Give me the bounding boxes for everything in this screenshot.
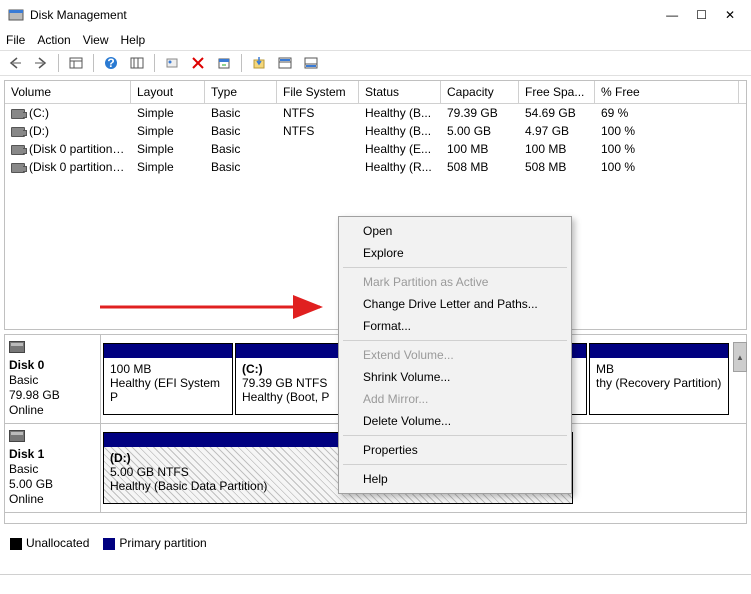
status-bar: [0, 574, 751, 594]
drive-icon: [11, 145, 25, 155]
back-button[interactable]: [4, 52, 26, 74]
close-button[interactable]: ✕: [725, 8, 735, 22]
drive-icon: [11, 109, 25, 119]
show-hide-button[interactable]: [65, 52, 87, 74]
window-title: Disk Management: [30, 8, 666, 22]
list-bottom-icon[interactable]: [300, 52, 322, 74]
action-icon[interactable]: [248, 52, 270, 74]
col-freespace[interactable]: Free Spa...: [519, 81, 595, 103]
toolbar: ?: [0, 50, 751, 76]
col-layout[interactable]: Layout: [131, 81, 205, 103]
table-row[interactable]: (D:)SimpleBasicNTFSHealthy (B...5.00 GB4…: [5, 122, 746, 140]
col-pctfree[interactable]: % Free: [595, 81, 739, 103]
ctx-format[interactable]: Format...: [341, 315, 569, 337]
table-row[interactable]: (Disk 0 partition 1)SimpleBasicHealthy (…: [5, 140, 746, 158]
ctx-delete-volume[interactable]: Delete Volume...: [341, 410, 569, 432]
ctx-extend-volume: Extend Volume...: [341, 344, 569, 366]
col-type[interactable]: Type: [205, 81, 277, 103]
partition[interactable]: MBthy (Recovery Partition): [589, 343, 729, 415]
ctx-properties[interactable]: Properties: [341, 439, 569, 461]
ctx-change-drive-letter[interactable]: Change Drive Letter and Paths...: [341, 293, 569, 315]
col-status[interactable]: Status: [359, 81, 441, 103]
table-row[interactable]: (Disk 0 partition 4)SimpleBasicHealthy (…: [5, 158, 746, 176]
delete-icon[interactable]: [187, 52, 209, 74]
menu-file[interactable]: File: [6, 33, 25, 47]
drive-icon: [11, 127, 25, 137]
ctx-add-mirror: Add Mirror...: [341, 388, 569, 410]
disk-label[interactable]: Disk 0Basic79.98 GBOnline: [5, 335, 101, 423]
col-capacity[interactable]: Capacity: [441, 81, 519, 103]
scrollbar-up-icon[interactable]: ▲: [733, 342, 747, 372]
disk-icon: [9, 430, 25, 442]
minimize-button[interactable]: —: [666, 8, 678, 22]
maximize-button[interactable]: ☐: [696, 8, 707, 22]
properties-icon[interactable]: [213, 52, 235, 74]
disk-icon: [9, 341, 25, 353]
menu-view[interactable]: View: [83, 33, 109, 47]
context-menu: Open Explore Mark Partition as Active Ch…: [338, 216, 572, 494]
app-icon: [8, 7, 24, 23]
settings-icon[interactable]: [126, 52, 148, 74]
ctx-open[interactable]: Open: [341, 220, 569, 242]
ctx-explore[interactable]: Explore: [341, 242, 569, 264]
svg-text:?: ?: [107, 56, 114, 70]
col-filesystem[interactable]: File System: [277, 81, 359, 103]
legend: Unallocated Primary partition: [0, 528, 751, 558]
legend-unallocated-swatch: [10, 538, 22, 550]
disk-label[interactable]: Disk 1Basic5.00 GBOnline: [5, 424, 101, 512]
drive-icon: [11, 163, 25, 173]
legend-unallocated-label: Unallocated: [26, 536, 89, 550]
legend-primary-swatch: [103, 538, 115, 550]
partition[interactable]: 100 MBHealthy (EFI System P: [103, 343, 233, 415]
table-row[interactable]: (C:)SimpleBasicNTFSHealthy (B...79.39 GB…: [5, 104, 746, 122]
col-volume[interactable]: Volume: [5, 81, 131, 103]
legend-primary-label: Primary partition: [119, 536, 206, 550]
menu-action[interactable]: Action: [37, 33, 70, 47]
ctx-mark-active: Mark Partition as Active: [341, 271, 569, 293]
volume-list-header: Volume Layout Type File System Status Ca…: [5, 81, 746, 104]
refresh-icon[interactable]: [161, 52, 183, 74]
ctx-help[interactable]: Help: [341, 468, 569, 490]
menu-help[interactable]: Help: [121, 33, 146, 47]
list-top-icon[interactable]: [274, 52, 296, 74]
forward-button[interactable]: [30, 52, 52, 74]
help-icon[interactable]: ?: [100, 52, 122, 74]
ctx-shrink-volume[interactable]: Shrink Volume...: [341, 366, 569, 388]
